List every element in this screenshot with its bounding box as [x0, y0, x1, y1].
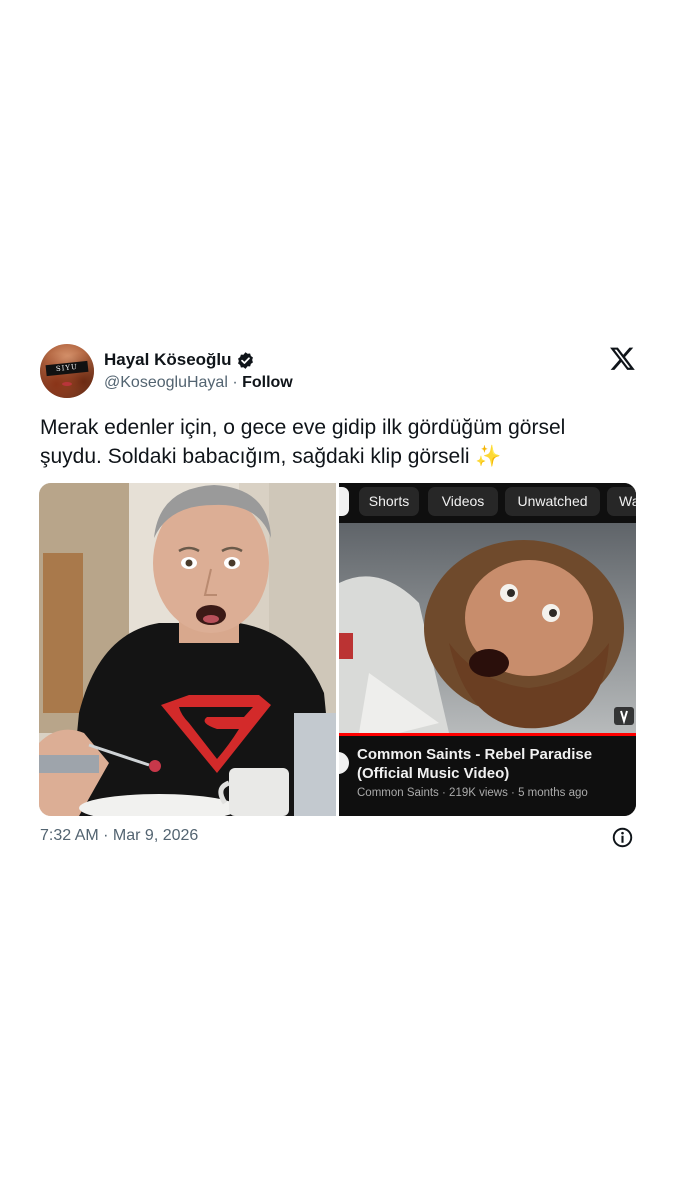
channel-name[interactable]: Common Saints: [357, 787, 439, 799]
chip-selected[interactable]: [339, 487, 349, 516]
video-meta: Common Saints · 219K views · 5 months ag…: [357, 787, 632, 799]
verified-badge-icon: [237, 351, 253, 369]
x-logo-icon[interactable]: [609, 346, 635, 372]
youtube-filter-chips: Shorts Videos Unwatched Wa: [339, 483, 636, 520]
video-title[interactable]: Common Saints - Rebel Paradise (Official…: [357, 745, 627, 783]
meta-separator-2: ·: [507, 787, 519, 799]
left-photo[interactable]: [39, 483, 336, 816]
author-handle-row: @KoseogluHayal · Follow: [104, 374, 293, 392]
video-title-line-2: (Official Music Video): [357, 765, 510, 782]
author-avatar[interactable]: SIYU: [40, 344, 94, 398]
author-name-row: Hayal Köseoğlu: [104, 348, 255, 372]
youtube-screenshot[interactable]: Shorts Videos Unwatched Wa Common Saints…: [339, 483, 636, 816]
info-icon[interactable]: [612, 827, 633, 848]
chip-videos[interactable]: Videos: [428, 487, 498, 516]
view-count: 219K views: [449, 787, 508, 799]
handle-separator: ·: [227, 374, 243, 391]
shorts-icon: [614, 707, 634, 725]
chip-truncated[interactable]: Wa: [607, 487, 636, 516]
video-title-line-1: Common Saints - Rebel Paradise: [357, 746, 593, 763]
chip-unwatched[interactable]: Unwatched: [505, 487, 600, 516]
astronaut-thumbnail-illustration: [339, 523, 636, 733]
man-eating-breakfast-illustration: [39, 483, 336, 816]
video-thumbnail[interactable]: [339, 523, 636, 733]
avatar-lips: [62, 382, 72, 386]
tweet-timestamp[interactable]: 7:32 AM · Mar 9, 2026: [40, 827, 198, 845]
channel-avatar[interactable]: [339, 750, 351, 776]
video-info[interactable]: Common Saints - Rebel Paradise (Official…: [339, 736, 636, 816]
tweet-text: Merak edenler için, o gece eve gidip ilk…: [40, 413, 640, 471]
tweet-text-line-2: şuydu. Soldaki babacığım, sağdaki klip g…: [40, 445, 502, 468]
tweet-text-line-1: Merak edenler için, o gece eve gidip ilk…: [40, 416, 566, 439]
tweet-media[interactable]: Shorts Videos Unwatched Wa Common Saints…: [39, 483, 636, 816]
tweet-card: SIYU Hayal Köseoğlu @KoseogluHayal · Fol…: [0, 0, 675, 1200]
follow-button[interactable]: Follow: [242, 374, 293, 391]
author-name[interactable]: Hayal Köseoğlu: [104, 350, 232, 370]
author-handle[interactable]: @KoseogluHayal: [104, 374, 228, 391]
chip-shorts[interactable]: Shorts: [359, 487, 419, 516]
meta-separator-1: ·: [438, 787, 450, 799]
upload-age: 5 months ago: [518, 787, 588, 799]
